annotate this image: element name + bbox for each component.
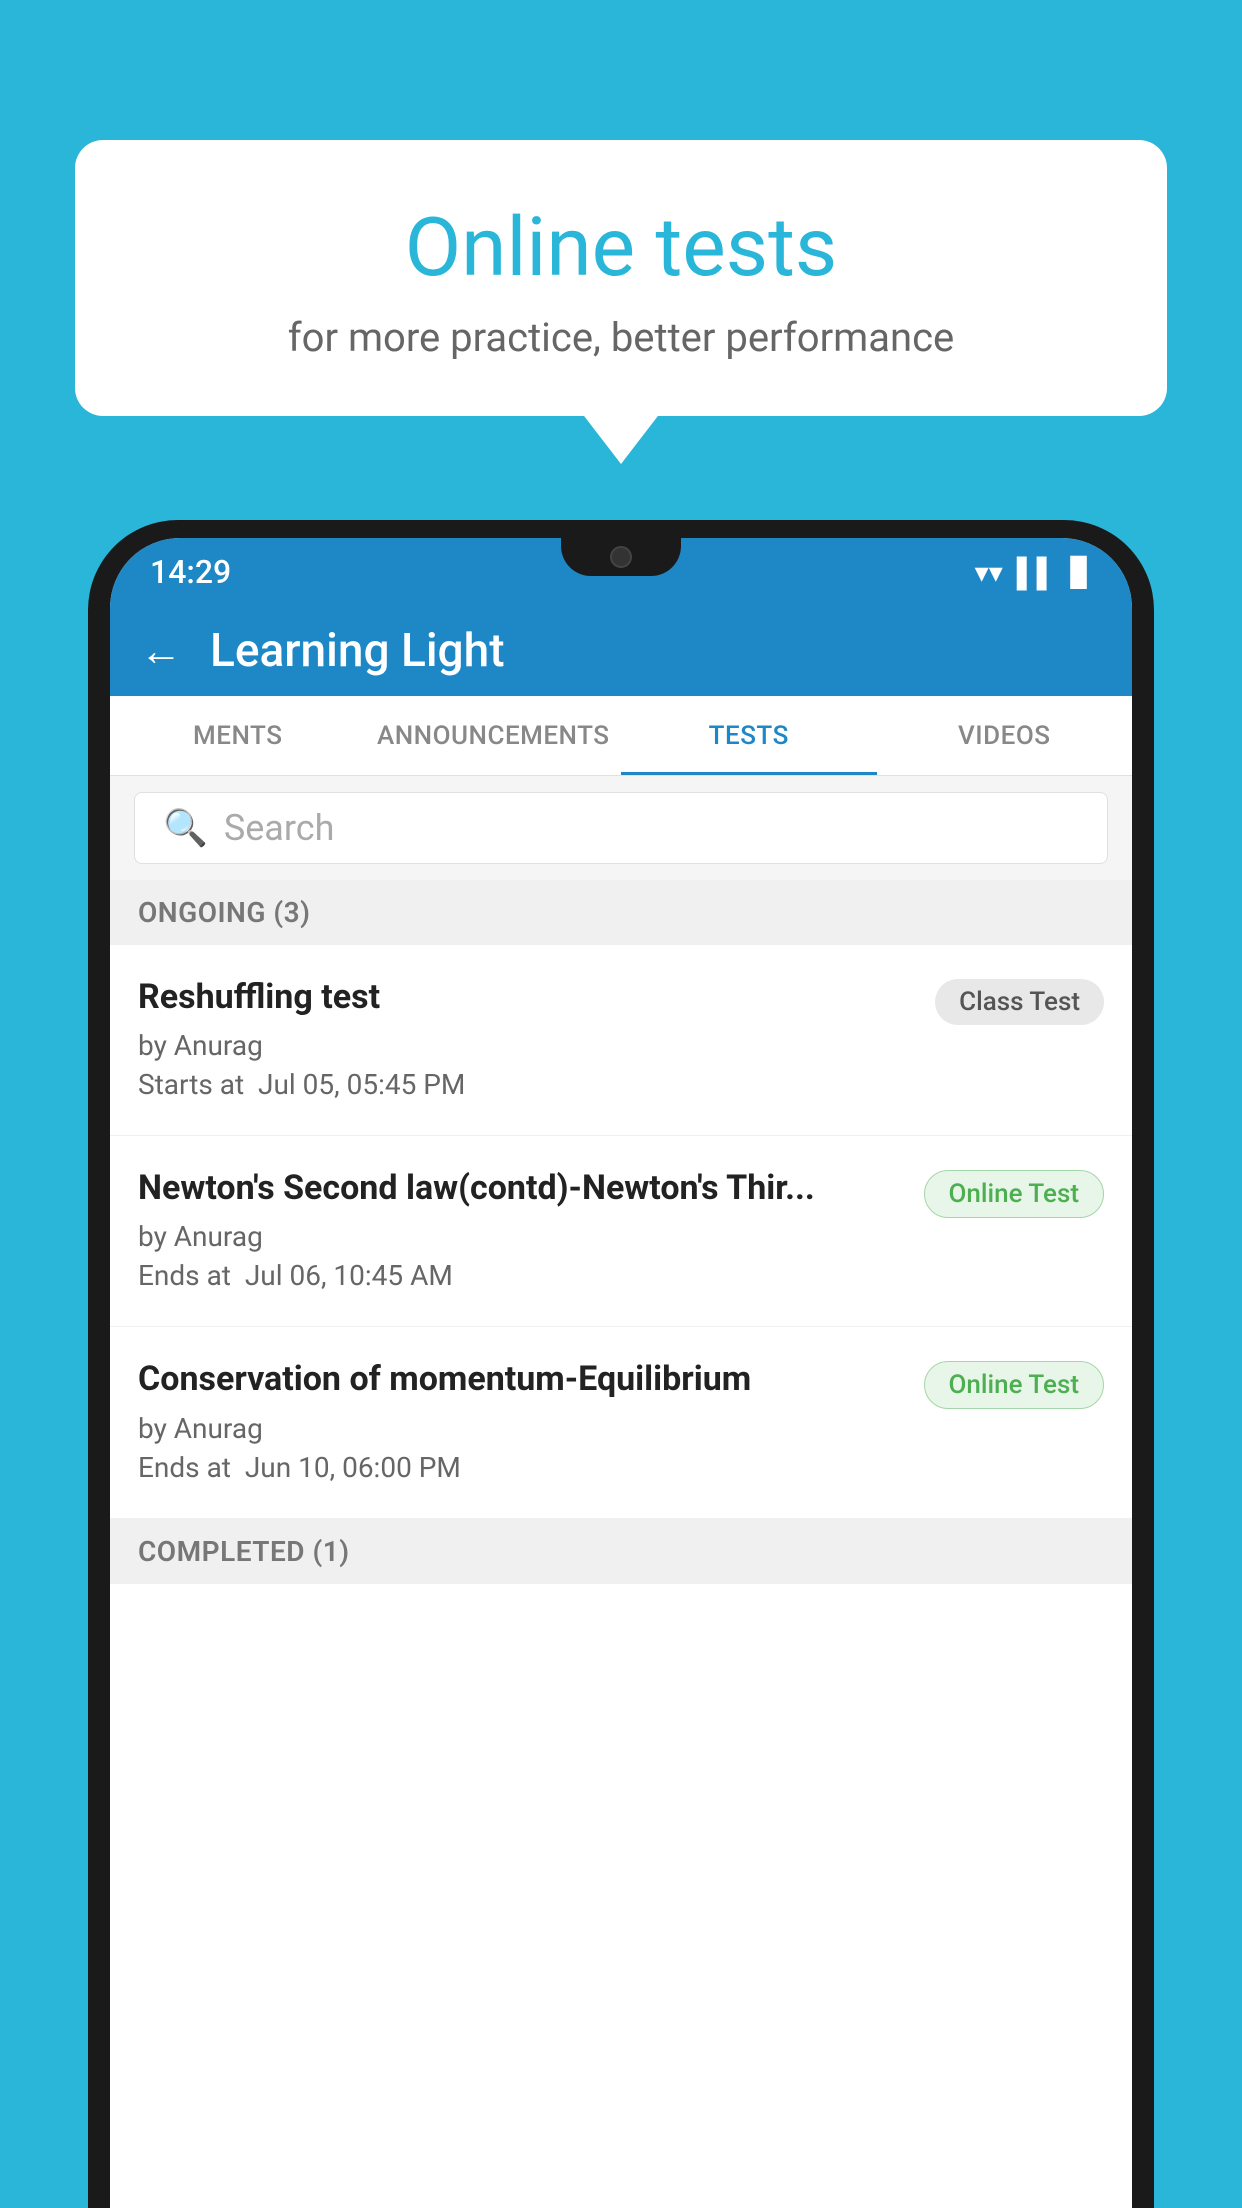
test-by: by Anurag	[138, 1220, 904, 1253]
battery-icon: ▊	[1070, 556, 1092, 589]
test-item[interactable]: Newton's Second law(contd)-Newton's Thir…	[110, 1136, 1132, 1327]
search-container: 🔍 Search	[110, 776, 1132, 880]
camera-icon	[610, 546, 632, 568]
search-placeholder: Search	[224, 807, 335, 849]
tab-announcements[interactable]: ANNOUNCEMENTS	[366, 696, 622, 775]
bubble-title: Online tests	[125, 200, 1117, 296]
tab-bar: MENTS ANNOUNCEMENTS TESTS VIDEOS	[110, 696, 1132, 776]
test-item[interactable]: Reshuffling test by Anurag Starts at Jul…	[110, 945, 1132, 1136]
wifi-icon: ▾▾	[975, 556, 1003, 589]
status-icons: ▾▾ ▌▌ ▊	[975, 556, 1092, 589]
bubble-subtitle: for more practice, better performance	[125, 314, 1117, 361]
app-title: Learning Light	[210, 624, 505, 678]
test-by: by Anurag	[138, 1412, 904, 1445]
status-time: 14:29	[150, 553, 231, 591]
test-badge-online-2: Online Test	[924, 1361, 1105, 1409]
signal-icon: ▌▌	[1017, 556, 1057, 589]
ongoing-section-header: ONGOING (3)	[110, 880, 1132, 945]
test-name: Conservation of momentum-Equilibrium	[138, 1357, 904, 1401]
test-time-value: Jul 06, 10:45 AM	[245, 1259, 453, 1292]
test-time-label: Starts at	[138, 1068, 244, 1101]
search-bar[interactable]: 🔍 Search	[134, 792, 1108, 864]
test-time-label: Ends at	[138, 1451, 231, 1484]
notch	[561, 538, 681, 576]
app-header: ← Learning Light	[110, 606, 1132, 696]
test-list: Reshuffling test by Anurag Starts at Jul…	[110, 945, 1132, 2208]
test-info: Newton's Second law(contd)-Newton's Thir…	[138, 1166, 924, 1298]
test-info: Conservation of momentum-Equilibrium by …	[138, 1357, 924, 1489]
speech-bubble: Online tests for more practice, better p…	[75, 140, 1167, 416]
phone-frame: 14:29 ▾▾ ▌▌ ▊ ← Learning Light MENTS ANN…	[88, 520, 1154, 2208]
phone-screen: 14:29 ▾▾ ▌▌ ▊ ← Learning Light MENTS ANN…	[110, 538, 1132, 2208]
test-name: Newton's Second law(contd)-Newton's Thir…	[138, 1166, 904, 1210]
back-button[interactable]: ←	[140, 627, 182, 676]
test-badge-online: Online Test	[924, 1170, 1105, 1218]
tab-tests[interactable]: TESTS	[621, 696, 877, 775]
test-name: Reshuffling test	[138, 975, 915, 1019]
test-time-value: Jun 10, 06:00 PM	[245, 1451, 461, 1484]
test-time: Ends at Jul 06, 10:45 AM	[138, 1259, 904, 1292]
test-by: by Anurag	[138, 1029, 915, 1062]
test-time: Ends at Jun 10, 06:00 PM	[138, 1451, 904, 1484]
test-item[interactable]: Conservation of momentum-Equilibrium by …	[110, 1327, 1132, 1518]
test-badge-class: Class Test	[935, 979, 1104, 1025]
search-icon: 🔍	[163, 807, 208, 849]
tab-videos[interactable]: VIDEOS	[877, 696, 1133, 775]
test-info: Reshuffling test by Anurag Starts at Jul…	[138, 975, 935, 1107]
test-time-label: Ends at	[138, 1259, 231, 1292]
status-bar: 14:29 ▾▾ ▌▌ ▊	[110, 538, 1132, 606]
test-time: Starts at Jul 05, 05:45 PM	[138, 1068, 915, 1101]
test-time-value: Jul 05, 05:45 PM	[258, 1068, 465, 1101]
completed-section-header: COMPLETED (1)	[110, 1519, 1132, 1584]
tab-ments[interactable]: MENTS	[110, 696, 366, 775]
